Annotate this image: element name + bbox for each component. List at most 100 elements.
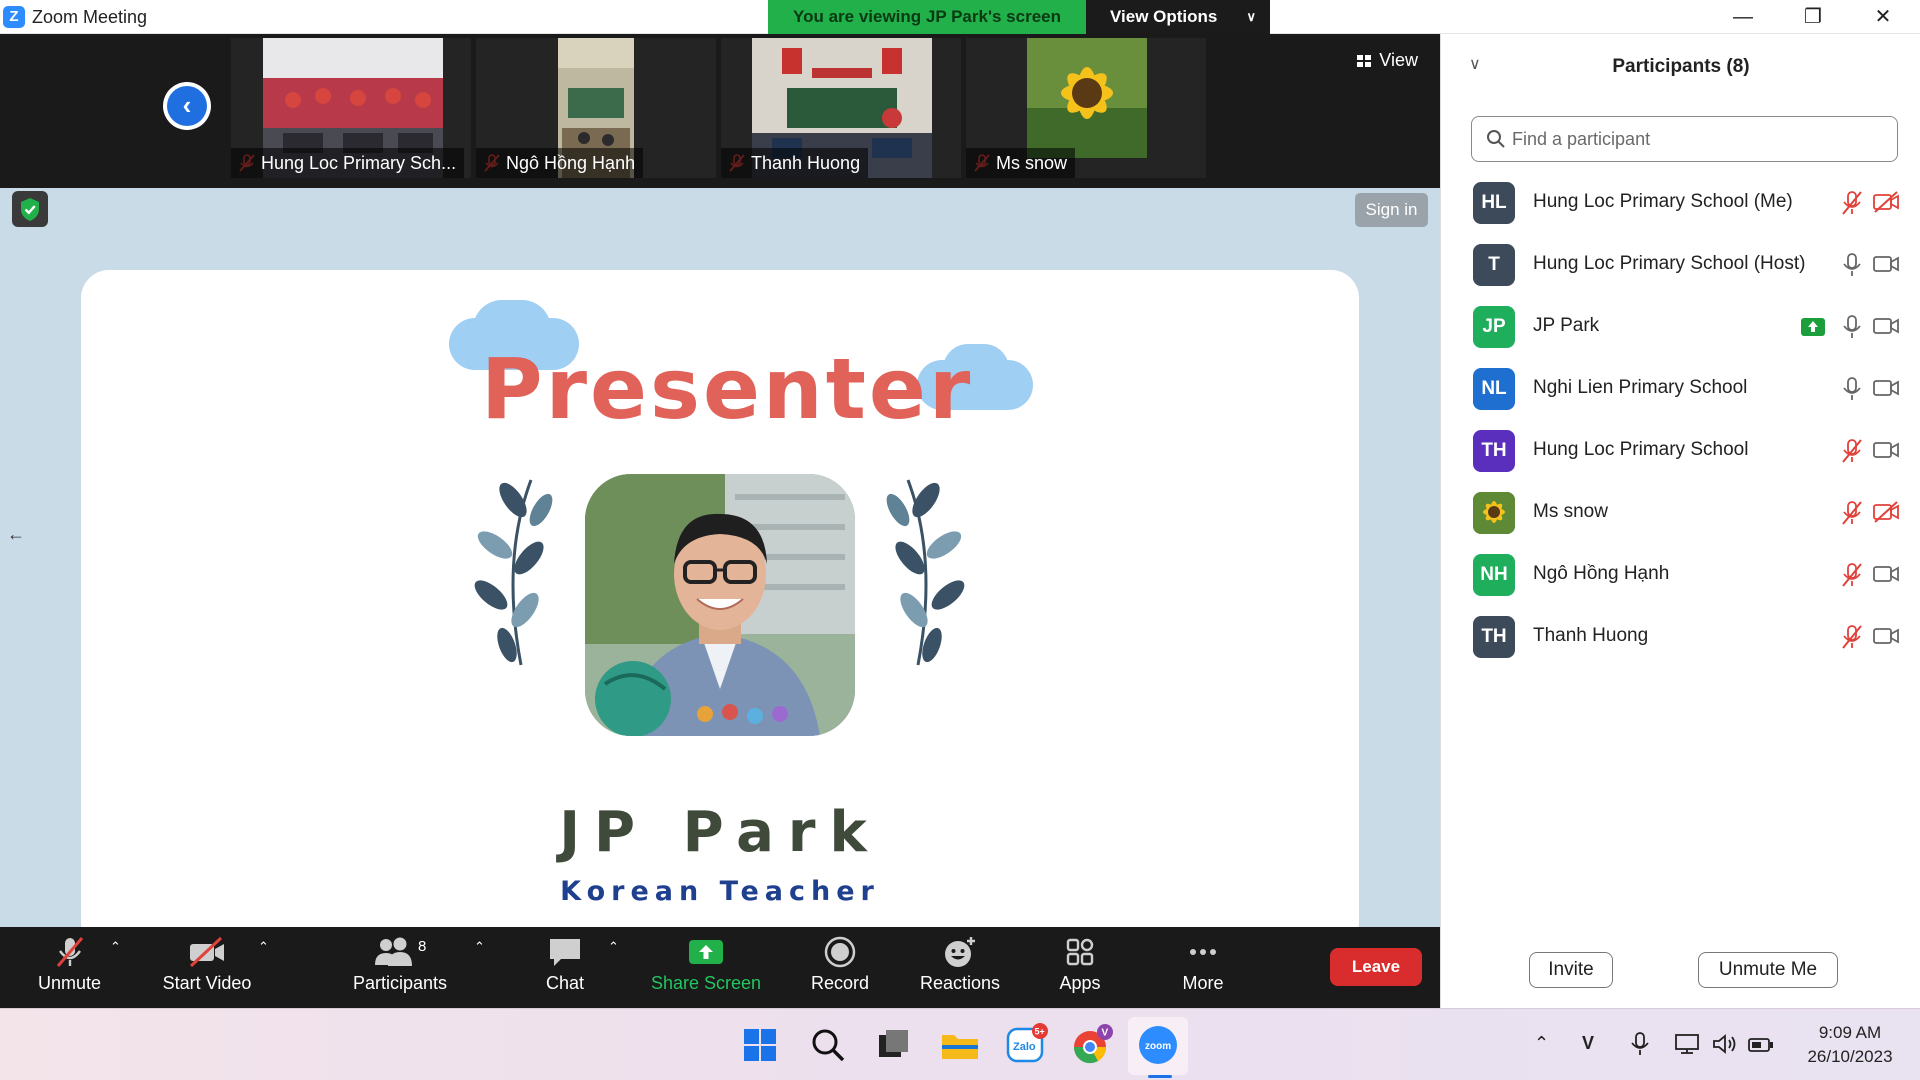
video-tile[interactable]: Hung Loc Primary Sch...: [231, 38, 471, 178]
close-window-button[interactable]: ✕: [1854, 0, 1912, 34]
participants-panel-title: Participants (8): [1612, 56, 1750, 77]
video-tile-name: Hung Loc Primary Sch...: [231, 148, 465, 178]
svg-text:zoom: zoom: [1145, 1041, 1171, 1052]
participant-row[interactable]: TH Thanh Huong: [1441, 606, 1920, 668]
participant-name: Hung Loc Primary School: [1533, 439, 1749, 460]
participants-icon: 8: [375, 937, 426, 966]
task-view-icon[interactable]: [872, 1023, 916, 1067]
mic-muted-icon[interactable]: [1840, 500, 1864, 531]
view-options-label: View Options: [1110, 7, 1218, 26]
participant-row[interactable]: HL Hung Loc Primary School (Me): [1441, 172, 1920, 234]
video-off-icon[interactable]: [1872, 190, 1900, 219]
participant-row[interactable]: NH Ngô Hồng Hạnh: [1441, 544, 1920, 606]
video-icon[interactable]: [1872, 562, 1900, 591]
participants-caret-icon[interactable]: ⌃: [474, 939, 485, 955]
meeting-area: ‹ Hung Loc Primary Sch... Ngô Hồng Hạnh …: [0, 34, 1440, 950]
reactions-emoji-icon: [945, 937, 975, 967]
record-icon: [824, 936, 856, 968]
search-icon: [1487, 130, 1505, 148]
unmute-me-button[interactable]: Unmute Me: [1698, 952, 1838, 988]
participant-row[interactable]: Ms snow: [1441, 482, 1920, 544]
participant-name: Nghi Lien Primary School: [1533, 377, 1748, 398]
share-screen-label: Share Screen: [650, 973, 762, 993]
microphone-tray-icon[interactable]: [1630, 1031, 1650, 1057]
share-screen-button[interactable]: Share Screen: [645, 927, 767, 1008]
chevron-left-icon: ‹: [167, 86, 207, 126]
video-icon[interactable]: [1872, 376, 1900, 405]
mic-icon[interactable]: [1840, 376, 1864, 407]
video-tile-name: Ms snow: [966, 148, 1076, 178]
chat-caret-icon[interactable]: ⌃: [608, 939, 619, 955]
view-button[interactable]: View: [1357, 50, 1418, 71]
participant-row[interactable]: NL Nghi Lien Primary School: [1441, 358, 1920, 420]
more-button[interactable]: More: [1163, 927, 1243, 1008]
record-label: Record: [810, 973, 870, 993]
mic-icon[interactable]: [1840, 314, 1864, 345]
participant-avatar: NH: [1473, 554, 1515, 596]
participant-name: Hung Loc Primary School (Host): [1533, 253, 1806, 274]
chat-button[interactable]: Chat: [520, 927, 610, 1008]
battery-tray-icon[interactable]: [1748, 1037, 1774, 1053]
mic-icon[interactable]: [1840, 252, 1864, 283]
record-button[interactable]: Record: [800, 927, 880, 1008]
maximize-button[interactable]: ❐: [1784, 0, 1842, 34]
zalo-icon[interactable]: Zalo 5+: [1004, 1023, 1048, 1067]
security-shield-button[interactable]: [12, 191, 48, 227]
mic-muted-icon[interactable]: [1840, 562, 1864, 593]
leave-button[interactable]: Leave: [1330, 948, 1422, 986]
video-icon[interactable]: [1872, 438, 1900, 467]
screen-sharing-icon: [1801, 318, 1825, 336]
view-options-button[interactable]: View Options ∨: [1086, 0, 1270, 34]
participant-avatar: TH: [1473, 430, 1515, 472]
audio-options-caret-icon[interactable]: ⌃: [110, 939, 121, 955]
participant-avatar: JP: [1473, 306, 1515, 348]
video-icon[interactable]: [1872, 624, 1900, 653]
start-video-button[interactable]: Start Video: [152, 927, 262, 1008]
participant-name: Ms snow: [1533, 501, 1608, 522]
arrow-left-icon[interactable]: ←: [7, 524, 25, 545]
mic-muted-icon[interactable]: [1840, 190, 1864, 221]
participants-button[interactable]: 8 Participants: [345, 927, 455, 1008]
participant-avatar: NL: [1473, 368, 1515, 410]
participant-row[interactable]: T Hung Loc Primary School (Host): [1441, 234, 1920, 296]
show-hidden-icons-icon[interactable]: ⌃: [1534, 1033, 1549, 1054]
system-clock[interactable]: 9:09 AM 26/10/2023: [1790, 1021, 1910, 1069]
chat-bubble-icon: [550, 939, 580, 966]
file-explorer-icon[interactable]: [938, 1023, 982, 1067]
unmute-button[interactable]: Unmute: [22, 927, 117, 1008]
video-tile[interactable]: Ms snow: [966, 38, 1206, 178]
participant-avatar: HL: [1473, 182, 1515, 224]
video-icon[interactable]: [1872, 314, 1900, 343]
video-tile[interactable]: Thanh Huong: [721, 38, 961, 178]
sign-in-button[interactable]: Sign in: [1355, 193, 1428, 227]
video-icon[interactable]: [1872, 252, 1900, 281]
minimize-button[interactable]: —: [1714, 0, 1772, 34]
mic-muted-icon[interactable]: [1840, 438, 1864, 469]
video-options-caret-icon[interactable]: ⌃: [258, 939, 269, 955]
video-off-icon[interactable]: [1872, 500, 1900, 529]
participant-search-box[interactable]: [1471, 116, 1898, 162]
participants-count: 8: [418, 938, 426, 955]
video-tile[interactable]: Ngô Hồng Hạnh: [476, 38, 716, 178]
invite-button[interactable]: Invite: [1529, 952, 1613, 988]
windows-start-icon[interactable]: [738, 1023, 782, 1067]
clock-date: 26/10/2023: [1807, 1047, 1893, 1066]
zoom-logo-icon: Z: [3, 6, 25, 28]
reactions-button[interactable]: Reactions: [912, 927, 1008, 1008]
search-input[interactable]: [1512, 125, 1882, 153]
zoom-app-icon[interactable]: zoom: [1136, 1023, 1180, 1067]
title-bar: Z Zoom Meeting You are viewing JP Park's…: [0, 0, 1920, 34]
participant-row[interactable]: JP JP Park: [1441, 296, 1920, 358]
mic-muted-icon[interactable]: [1840, 624, 1864, 655]
chrome-icon[interactable]: V: [1070, 1023, 1114, 1067]
apps-button[interactable]: Apps: [1040, 927, 1120, 1008]
network-tray-icon[interactable]: [1674, 1033, 1700, 1055]
participant-row[interactable]: TH Hung Loc Primary School: [1441, 420, 1920, 482]
participants-panel-header: ∨ Participants (8): [1441, 34, 1920, 102]
previous-page-button[interactable]: ‹: [163, 82, 211, 130]
vpn-tray-icon[interactable]: V: [1582, 1033, 1594, 1054]
share-screen-icon: [689, 940, 723, 964]
apps-label: Apps: [1059, 973, 1101, 993]
volume-tray-icon[interactable]: [1712, 1033, 1738, 1055]
search-icon[interactable]: [806, 1023, 850, 1067]
